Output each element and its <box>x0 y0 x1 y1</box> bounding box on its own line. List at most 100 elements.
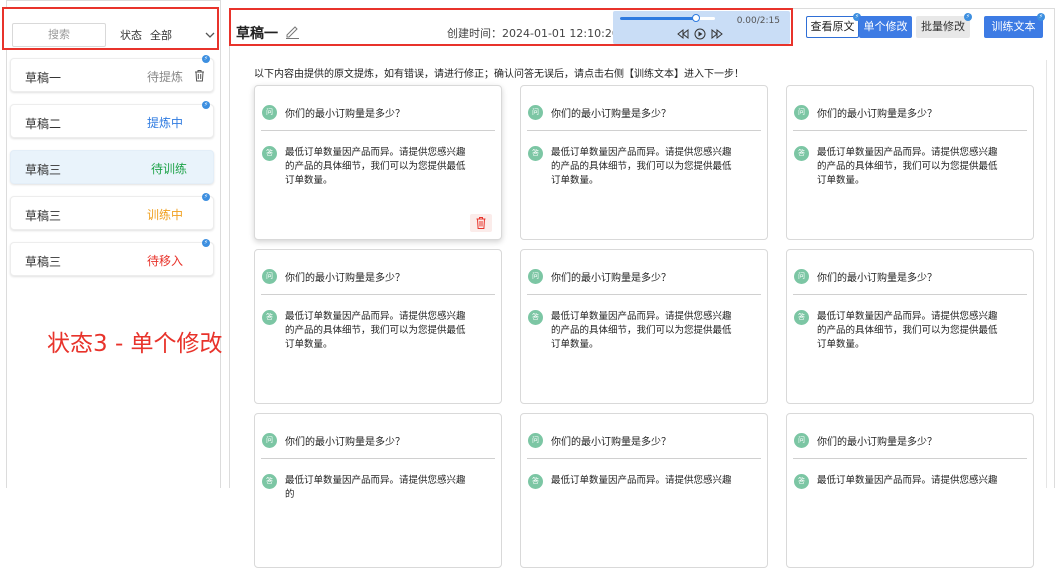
view-original-label: 查看原文 <box>810 20 855 33</box>
answer-badge: 答 <box>262 474 277 489</box>
instruction-text: 以下内容由提供的原文提炼，如有错误，请进行修正；确认问答无误后，请点击右侧【训练… <box>254 69 744 80</box>
question-text: 你们的最小订购量是多少？ <box>285 109 405 120</box>
draft-item[interactable]: 草稿三 待移入 ⚡ <box>10 239 214 276</box>
draft-name: 草稿三 <box>25 209 62 223</box>
question-text: 你们的最小订购量是多少？ <box>551 109 671 120</box>
train-text-button[interactable]: 训练文本 ⚡ <box>984 13 1045 38</box>
question-text: 你们的最小订购量是多少？ <box>551 437 671 448</box>
card-divider <box>261 130 495 131</box>
card-divider <box>793 130 1027 131</box>
trash-icon[interactable] <box>194 69 205 82</box>
question-badge: 问 <box>528 433 543 448</box>
player-controls <box>677 28 723 40</box>
question-text: 你们的最小订购量是多少？ <box>817 273 937 284</box>
answer-text: 最低订单数量因产品而异。请提供您感兴趣 <box>551 475 732 486</box>
question-badge: 问 <box>528 269 543 284</box>
audio-player: 0.00/2:15 <box>613 11 790 44</box>
answer-text: 最低订单数量因产品而异。请提供您感兴趣 <box>817 475 998 486</box>
edit-pencil-icon[interactable] <box>284 23 300 39</box>
qa-card[interactable]: 问你们的最小订购量是多少？ 答最低订单数量因产品而异。请提供您感兴趣的 <box>254 413 502 568</box>
bolt-icon: ⚡ <box>1037 13 1045 21</box>
rewind-icon[interactable] <box>677 28 689 40</box>
question-badge: 问 <box>262 433 277 448</box>
answer-badge: 答 <box>528 474 543 489</box>
view-original-button[interactable]: 查看原文 ⚡ <box>806 13 861 38</box>
play-icon[interactable] <box>694 28 706 40</box>
card-divider <box>527 458 761 459</box>
card-divider <box>793 294 1027 295</box>
draft-item[interactable]: 草稿三 待训练 <box>10 150 214 184</box>
card-divider <box>527 130 761 131</box>
filter-bar: 搜索 状态 全部 <box>2 7 219 50</box>
question-text: 你们的最小订购量是多少？ <box>551 273 671 284</box>
qa-card[interactable]: 问你们的最小订购量是多少？ 答最低订单数量因产品而异。请提供您感兴趣的产品的具体细… <box>520 249 768 404</box>
delete-card-button[interactable] <box>470 214 492 232</box>
answer-badge: 答 <box>794 474 809 489</box>
qa-card[interactable]: 问你们的最小订购量是多少？ 答最低订单数量因产品而异。请提供您感兴趣的产品的具体细… <box>520 85 768 240</box>
question-badge: 问 <box>794 105 809 120</box>
draft-status: 待提炼 <box>146 70 183 84</box>
answer-badge: 答 <box>794 310 809 325</box>
search-input[interactable]: 搜索 <box>12 23 106 47</box>
status-filter-label: 状态 <box>120 29 142 42</box>
answer-badge: 答 <box>794 146 809 161</box>
fast-forward-icon[interactable] <box>711 28 723 40</box>
progress-track[interactable] <box>620 14 715 22</box>
card-divider <box>793 458 1027 459</box>
draft-name: 草稿二 <box>25 117 62 131</box>
created-time: 创建时间：2024-01-01 12:10:20 <box>447 27 619 40</box>
bolt-icon: ⚡ <box>202 101 210 109</box>
bolt-icon: ⚡ <box>202 55 210 63</box>
answer-text: 最低订单数量因产品而异。请提供您感兴趣的 <box>285 475 466 500</box>
draft-status: 待移入 <box>146 254 183 268</box>
bolt-icon: ⚡ <box>964 13 972 21</box>
draft-name: 草稿三 <box>25 163 62 177</box>
status-select[interactable]: 全部 <box>150 27 216 45</box>
answer-badge: 答 <box>262 146 277 161</box>
batch-edit-label: 批量修改 <box>921 20 965 33</box>
card-divider <box>261 458 495 459</box>
bolt-icon: ⚡ <box>202 193 210 201</box>
answer-text: 最低订单数量因产品而异。请提供您感兴趣的产品的具体细节，我们可以为您提供最低订单… <box>817 147 998 186</box>
bolt-icon: ⚡ <box>202 239 210 247</box>
progress-fill <box>620 17 696 20</box>
question-badge: 问 <box>794 269 809 284</box>
card-divider <box>527 294 761 295</box>
batch-edit-button[interactable]: 批量修改 ⚡ <box>916 13 972 38</box>
question-text: 你们的最小订购量是多少？ <box>817 437 937 448</box>
chevron-down-icon <box>205 32 215 38</box>
draft-item[interactable]: 草稿二 提炼中 ⚡ <box>10 101 214 138</box>
answer-text: 最低订单数量因产品而异。请提供您感兴趣的产品的具体细节，我们可以为您提供最低订单… <box>285 147 466 186</box>
state-annotation: 状态3 - 单个修改 <box>47 331 223 357</box>
qa-card[interactable]: 问你们的最小订购量是多少？ 答最低订单数量因产品而异。请提供您感兴趣的产品的具体细… <box>786 85 1034 240</box>
question-text: 你们的最小订购量是多少？ <box>285 437 405 448</box>
answer-badge: 答 <box>262 310 277 325</box>
question-text: 你们的最小订购量是多少？ <box>285 273 405 284</box>
player-time: 0.00/2:15 <box>736 16 780 26</box>
draft-status: 待训练 <box>150 162 187 176</box>
progress-knob[interactable] <box>692 14 700 22</box>
draft-item[interactable]: 草稿一 待提炼 ⚡ <box>10 55 214 92</box>
answer-text: 最低订单数量因产品而异。请提供您感兴趣的产品的具体细节，我们可以为您提供最低订单… <box>551 311 732 350</box>
qa-card[interactable]: 问你们的最小订购量是多少？ 答最低订单数量因产品而异。请提供您感兴趣的产品的具体细… <box>786 249 1034 404</box>
qa-card[interactable]: 问你们的最小订购量是多少？ 答最低订单数量因产品而异。请提供您感兴趣的产品的具体细… <box>254 249 502 404</box>
draft-name: 草稿三 <box>25 255 62 269</box>
draft-status: 提炼中 <box>146 116 183 130</box>
trash-icon <box>476 217 486 229</box>
qa-card[interactable]: 问你们的最小订购量是多少？ 答最低订单数量因产品而异。请提供您感兴趣的产品的具体细… <box>254 85 502 240</box>
scrollbar-track[interactable] <box>1046 60 1047 488</box>
answer-text: 最低订单数量因产品而异。请提供您感兴趣的产品的具体细节，我们可以为您提供最低订单… <box>285 311 466 350</box>
answer-badge: 答 <box>528 146 543 161</box>
question-badge: 问 <box>794 433 809 448</box>
draft-status: 训练中 <box>146 208 183 222</box>
draft-name: 草稿一 <box>25 71 62 85</box>
draft-item[interactable]: 草稿三 训练中 ⚡ <box>10 193 214 230</box>
qa-card[interactable]: 问你们的最小订购量是多少？ 答最低订单数量因产品而异。请提供您感兴趣 <box>520 413 768 568</box>
question-badge: 问 <box>262 269 277 284</box>
answer-text: 最低订单数量因产品而异。请提供您感兴趣的产品的具体细节，我们可以为您提供最低订单… <box>551 147 732 186</box>
single-edit-button[interactable]: 单个修改 <box>859 16 912 38</box>
qa-card[interactable]: 问你们的最小订购量是多少？ 答最低订单数量因产品而异。请提供您感兴趣 <box>786 413 1034 568</box>
status-select-value: 全部 <box>150 29 172 42</box>
question-text: 你们的最小订购量是多少？ <box>817 109 937 120</box>
question-badge: 问 <box>528 105 543 120</box>
